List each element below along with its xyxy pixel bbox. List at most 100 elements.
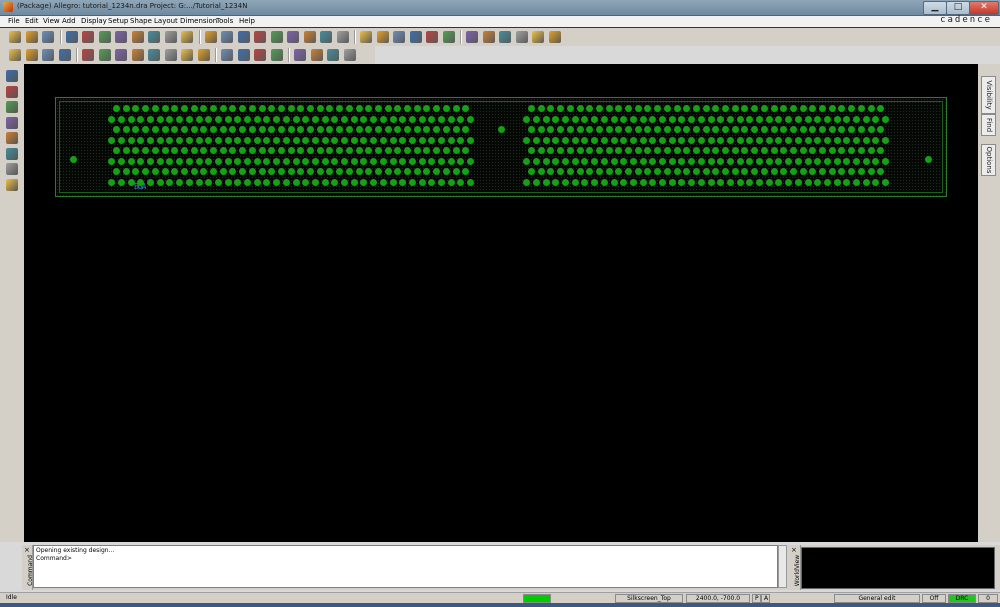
menu-dimension[interactable]: Dimension [180,17,217,25]
wirebond-add-icon[interactable] [6,163,18,175]
show-element-icon[interactable] [442,31,455,43]
zoom-world-icon[interactable] [270,31,283,43]
worldview-handle[interactable]: × WorldView [790,545,801,590]
menu-layout[interactable]: Layout [154,17,178,25]
save-icon[interactable] [42,31,54,43]
ring-icon[interactable] [181,49,193,61]
close-button[interactable]: ✕ [969,1,999,15]
add-line-icon[interactable] [6,132,18,144]
slide-icon[interactable] [6,85,18,98]
zoom-in-icon[interactable] [237,31,250,43]
wirebond-edit-icon[interactable] [6,178,18,191]
menu-shape[interactable]: Shape [130,17,152,25]
substrate-icon[interactable] [25,49,38,61]
grid-icon[interactable] [360,31,372,43]
ratsnest-icon[interactable] [294,49,306,61]
command-panel-close-icon[interactable]: × [24,546,30,554]
bga-icon[interactable] [58,49,71,61]
menu-help[interactable]: Help [239,17,255,25]
bga-pad [595,147,603,154]
help-icon[interactable] [343,49,356,61]
tab-find[interactable]: Find [981,114,996,136]
square-pin-icon[interactable] [131,49,144,61]
bond-finger-icon[interactable] [164,49,177,61]
command-panel-handle[interactable]: × Command [22,545,34,590]
unfix-icon[interactable] [164,31,177,43]
status-coord-mode[interactable]: P [752,594,761,603]
status-edit-mode[interactable]: General edit [834,594,920,603]
copy-view-icon[interactable] [310,49,323,61]
assign-color-icon[interactable] [466,31,478,43]
menu-add[interactable]: Add [62,17,76,25]
3d-view-icon[interactable] [336,31,349,43]
zoom-out-icon[interactable] [254,31,266,43]
spacing-icon[interactable] [254,49,266,61]
maximize-button[interactable]: □ [946,1,970,15]
redo-icon[interactable] [131,31,144,43]
layer-icon[interactable] [42,49,54,61]
compare-icon[interactable] [327,49,339,61]
status-drc[interactable]: DRC [948,594,976,603]
zoom-center-icon[interactable] [303,31,316,43]
wirebond-icon[interactable] [515,31,528,43]
bga-pad [663,147,671,154]
pin-icon[interactable] [181,31,193,43]
unrats-icon[interactable] [426,31,438,43]
worldview-close-icon[interactable]: × [791,546,797,554]
custom-smooth-icon[interactable] [6,116,18,129]
command-console[interactable]: Opening existing design... Command> [33,545,778,588]
stack-icon[interactable] [98,49,111,61]
zoom-points-icon[interactable] [204,31,217,43]
bga-pad [668,157,676,165]
bga-pad [413,105,421,112]
route-icon[interactable] [237,49,250,61]
move-icon[interactable] [65,31,78,43]
add-connect-icon[interactable] [6,70,18,82]
layer-visibility-icon[interactable] [409,31,422,43]
menu-view[interactable]: View [43,17,60,25]
measure-icon[interactable] [482,31,495,43]
bga-pad [605,147,613,154]
bga-pad [176,178,184,186]
bga-pad [374,147,382,154]
zoom-previous-icon[interactable] [287,31,299,43]
report-icon[interactable] [548,31,561,43]
worldview-map[interactable] [801,547,995,589]
console-scrollbar[interactable] [778,545,787,588]
undo-icon[interactable] [115,31,127,43]
delete-icon[interactable] [98,31,111,43]
bga-pad [117,136,125,144]
color-icon[interactable] [376,31,389,43]
open-icon[interactable] [25,31,38,43]
pin-array-icon[interactable] [82,49,94,61]
circle-pin-icon[interactable] [115,49,127,61]
redraw-icon[interactable] [320,31,332,43]
menu-setup[interactable]: Setup [108,17,128,25]
die-icon[interactable] [9,49,21,61]
minimize-button[interactable]: ▁ [923,1,947,15]
status-active-class[interactable]: Silkscreen_Top [615,594,683,603]
delay-tune-icon[interactable] [6,101,18,113]
tab-visibility[interactable]: Visibility [981,76,996,114]
fix-icon[interactable] [148,31,160,43]
drc-icon[interactable] [499,31,511,43]
shadow-icon[interactable] [393,31,405,43]
menu-file[interactable]: File [8,17,20,25]
add-rectangle-icon[interactable] [6,147,18,160]
via-icon[interactable] [148,49,160,61]
refresh-icon[interactable] [532,31,544,43]
shape-icon[interactable] [197,49,210,61]
zoom-fit-icon[interactable] [221,31,233,43]
bga-pad [843,178,851,186]
design-canvas[interactable]: BGA [24,64,978,542]
width-icon[interactable] [270,49,283,61]
menu-tools[interactable]: Tools [216,17,233,25]
new-icon[interactable] [9,31,21,43]
menu-edit[interactable]: Edit [25,17,39,25]
console-line: Opening existing design... [36,547,115,554]
fill-icon[interactable] [221,49,233,61]
status-abs-mode[interactable]: A [761,594,770,603]
tab-options[interactable]: Options [981,144,996,176]
copy-icon[interactable] [82,31,94,43]
menu-display[interactable]: Display [81,17,107,25]
